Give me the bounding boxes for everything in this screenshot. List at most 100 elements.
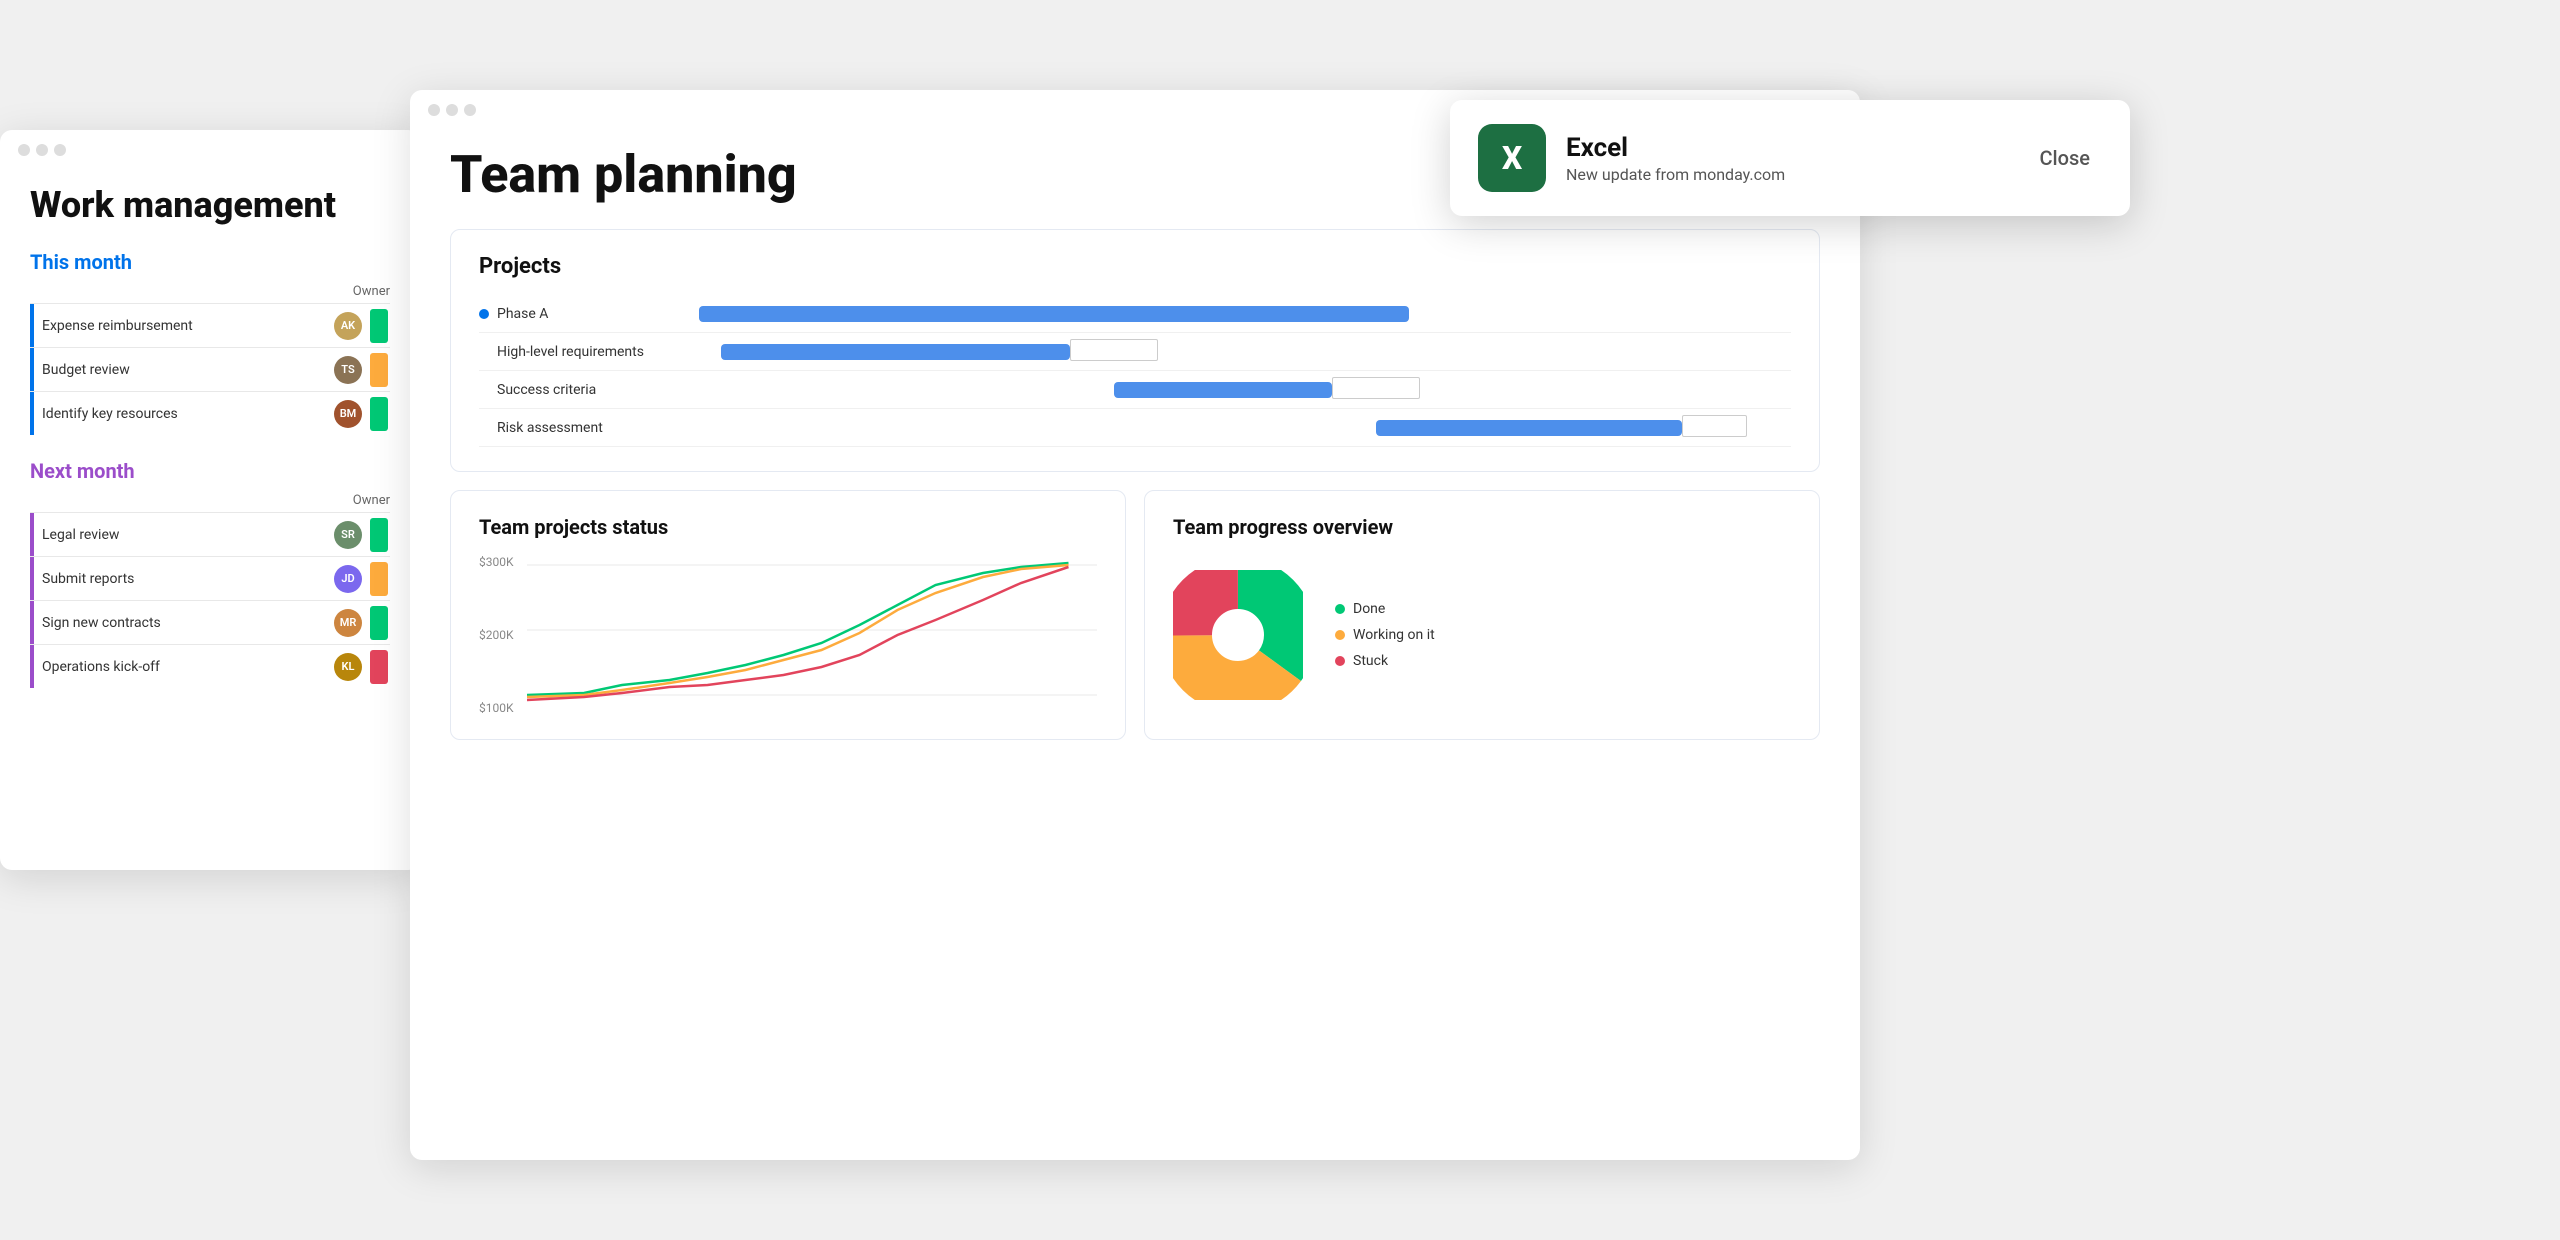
task-row: Submit reports JD bbox=[30, 556, 390, 600]
task-bar bbox=[30, 304, 34, 347]
notification-text: Excel New update from monday.com bbox=[1566, 133, 2007, 184]
left-window: Work management This month Owner Expense… bbox=[0, 130, 420, 870]
status-badge bbox=[370, 309, 388, 343]
gantt-chart-area bbox=[699, 371, 1791, 409]
status-badge bbox=[370, 353, 388, 387]
this-month-owner-header: Owner bbox=[30, 284, 390, 299]
projects-card: Projects Phase A High-level requirem bbox=[450, 229, 1820, 472]
gantt-bar-phase bbox=[699, 306, 1409, 322]
gantt-task-label: Success criteria bbox=[479, 382, 699, 398]
excel-icon: X bbox=[1478, 124, 1546, 192]
avatar: BM bbox=[334, 400, 362, 428]
task-bar bbox=[30, 392, 34, 435]
window-dot-1 bbox=[18, 144, 30, 156]
legend-dot-done bbox=[1335, 604, 1345, 614]
gantt-bar bbox=[1114, 382, 1332, 398]
team-status-heading: Team projects status bbox=[479, 515, 1097, 539]
main-window: Team planning Projects Phase A bbox=[410, 90, 1860, 1160]
task-row: Identify key resources BM bbox=[30, 391, 390, 435]
notification-title: Excel bbox=[1566, 133, 2007, 163]
team-status-card: Team projects status $300K $200K $100K bbox=[450, 490, 1126, 740]
task-name: Operations kick-off bbox=[30, 659, 334, 675]
y-axis-labels: $300K $200K $100K bbox=[479, 555, 514, 715]
task-row: Legal review SR bbox=[30, 512, 390, 556]
window-dot-3 bbox=[54, 144, 66, 156]
gantt-connector bbox=[1070, 339, 1157, 361]
status-badge bbox=[370, 650, 388, 684]
gantt-task-label: Risk assessment bbox=[479, 420, 699, 436]
gantt-phase-label: Phase A bbox=[479, 306, 699, 322]
task-name: Submit reports bbox=[30, 571, 334, 587]
legend-dot-working bbox=[1335, 630, 1345, 640]
task-name: Legal review bbox=[30, 527, 334, 543]
task-row: Budget review TS bbox=[30, 347, 390, 391]
pie-chart-area: Done Working on it Stuck bbox=[1173, 555, 1791, 715]
line-chart: $300K $200K $100K bbox=[479, 555, 1097, 715]
gantt-chart-area bbox=[699, 333, 1791, 371]
excel-icon-letter: X bbox=[1502, 139, 1522, 177]
avatar: AK bbox=[334, 312, 362, 340]
avatar: SR bbox=[334, 521, 362, 549]
team-progress-heading: Team progress overview bbox=[1173, 515, 1791, 539]
phase-dot bbox=[479, 309, 489, 319]
task-name: Identify key resources bbox=[30, 406, 334, 422]
task-bar bbox=[30, 557, 34, 600]
status-badge bbox=[370, 518, 388, 552]
task-bar bbox=[30, 513, 34, 556]
main-window-dot-1 bbox=[428, 104, 440, 116]
this-month-heading: This month bbox=[30, 250, 390, 274]
legend-label-working: Working on it bbox=[1353, 627, 1435, 643]
line-chart-svg bbox=[527, 555, 1097, 715]
bottom-row: Team projects status $300K $200K $100K bbox=[450, 490, 1820, 740]
legend-item-working: Working on it bbox=[1335, 627, 1435, 643]
task-bar bbox=[30, 348, 34, 391]
window-dot-2 bbox=[36, 144, 48, 156]
notification-close-button[interactable]: Close bbox=[2027, 138, 2102, 178]
task-name: Expense reimbursement bbox=[30, 318, 334, 334]
pie-legend: Done Working on it Stuck bbox=[1335, 601, 1435, 669]
gantt-chart-area bbox=[699, 295, 1791, 333]
this-month-tasks: Expense reimbursement AK Budget review T… bbox=[30, 303, 390, 435]
gantt-task-label: High-level requirements bbox=[479, 344, 699, 360]
next-month-owner-header: Owner bbox=[30, 493, 390, 508]
gantt-row-risk: Risk assessment bbox=[479, 409, 1791, 447]
task-row: Expense reimbursement AK bbox=[30, 303, 390, 347]
task-row: Operations kick-off KL bbox=[30, 644, 390, 688]
gantt-bar bbox=[1376, 420, 1682, 436]
legend-label-stuck: Stuck bbox=[1353, 653, 1388, 669]
left-window-title: Work management bbox=[30, 184, 390, 226]
status-badge bbox=[370, 562, 388, 596]
gantt-chart-area bbox=[699, 409, 1791, 447]
main-window-dot-3 bbox=[464, 104, 476, 116]
task-name: Budget review bbox=[30, 362, 334, 378]
legend-label-done: Done bbox=[1353, 601, 1385, 617]
gantt-chart: Phase A High-level requirements bbox=[479, 295, 1791, 447]
avatar: TS bbox=[334, 356, 362, 384]
pie-chart-svg bbox=[1173, 570, 1303, 700]
avatar: JD bbox=[334, 565, 362, 593]
gantt-bar bbox=[721, 344, 1070, 360]
next-month-heading: Next month bbox=[30, 459, 390, 483]
task-row: Sign new contracts MR bbox=[30, 600, 390, 644]
legend-item-stuck: Stuck bbox=[1335, 653, 1435, 669]
main-window-dot-2 bbox=[446, 104, 458, 116]
gantt-row-success: Success criteria bbox=[479, 371, 1791, 409]
legend-dot-stuck bbox=[1335, 656, 1345, 666]
notification-message: New update from monday.com bbox=[1566, 165, 2007, 184]
next-month-tasks: Legal review SR Submit reports JD Sign n… bbox=[30, 512, 390, 688]
task-bar bbox=[30, 645, 34, 688]
status-badge bbox=[370, 606, 388, 640]
avatar: KL bbox=[334, 653, 362, 681]
legend-item-done: Done bbox=[1335, 601, 1435, 617]
status-badge bbox=[370, 397, 388, 431]
task-name: Sign new contracts bbox=[30, 615, 334, 631]
gantt-row-phase: Phase A bbox=[479, 295, 1791, 333]
projects-heading: Projects bbox=[479, 254, 1791, 279]
task-bar bbox=[30, 601, 34, 644]
notification-popup: X Excel New update from monday.com Close bbox=[1450, 100, 2130, 216]
avatar: MR bbox=[334, 609, 362, 637]
gantt-row-requirements: High-level requirements bbox=[479, 333, 1791, 371]
team-progress-card: Team progress overview Don bbox=[1144, 490, 1820, 740]
gantt-connector bbox=[1682, 415, 1748, 437]
gantt-connector bbox=[1332, 377, 1419, 399]
